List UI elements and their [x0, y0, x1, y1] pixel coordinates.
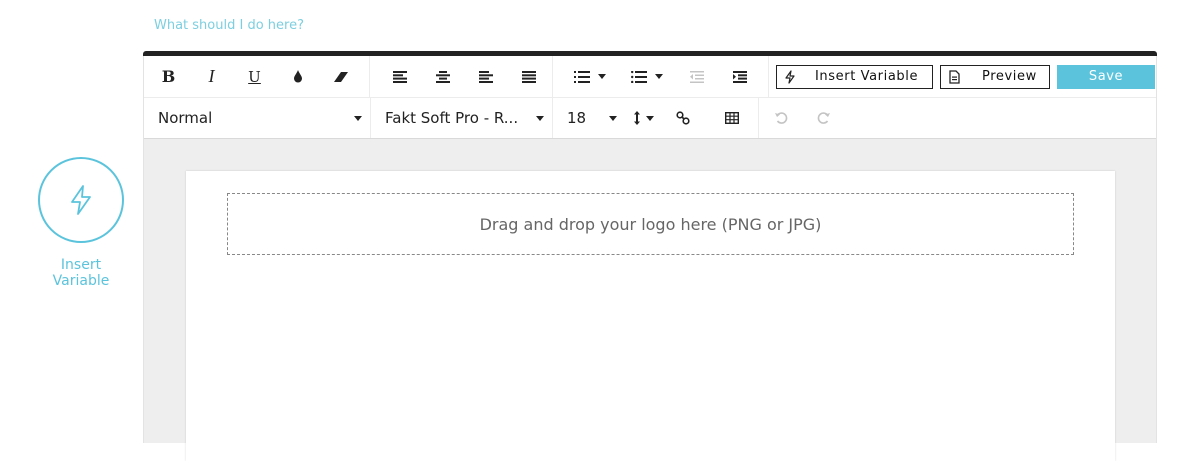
- bullet-list-button[interactable]: [618, 56, 675, 97]
- help-link[interactable]: What should I do here?: [154, 18, 304, 33]
- insert-variable-label-line2: Variable: [52, 273, 110, 289]
- align-right-icon: [478, 70, 493, 83]
- indent-icon: [732, 70, 747, 83]
- ordered-list-caret: [597, 74, 606, 79]
- alignment-group: [370, 56, 553, 97]
- font-family-value: Fakt Soft Pro - R...: [385, 109, 519, 127]
- outdent-button[interactable]: [675, 56, 718, 97]
- line-height-icon: [633, 111, 640, 125]
- lightning-icon: [71, 185, 91, 215]
- undo-icon: [774, 112, 787, 124]
- logo-dropzone[interactable]: Drag and drop your logo here (PNG or JPG…: [227, 193, 1074, 255]
- text-color-button[interactable]: [276, 56, 319, 97]
- table-button[interactable]: [710, 98, 754, 138]
- table-group: [705, 98, 759, 138]
- sidebar-insert-variable[interactable]: Insert Variable: [38, 157, 124, 289]
- bullet-list-caret: [654, 74, 663, 79]
- editor-canvas: Drag and drop your logo here (PNG or JPG…: [143, 139, 1157, 461]
- table-icon: [724, 112, 739, 124]
- align-left-button[interactable]: [378, 56, 421, 97]
- bold-button[interactable]: B: [147, 56, 190, 97]
- outdent-icon: [689, 70, 704, 83]
- insert-variable-circle[interactable]: [38, 157, 124, 243]
- document-icon: [949, 69, 960, 84]
- eraser-icon: [333, 71, 348, 82]
- ordered-list-button[interactable]: [561, 56, 618, 97]
- underline-button[interactable]: U: [233, 56, 276, 97]
- paragraph-style-select[interactable]: Normal: [144, 98, 371, 138]
- redo-icon: [817, 112, 830, 124]
- clear-format-button[interactable]: [319, 56, 362, 97]
- align-left-icon: [392, 70, 407, 83]
- preview-button-label: Preview: [982, 69, 1037, 84]
- paragraph-style-value: Normal: [158, 109, 213, 127]
- insert-variable-button[interactable]: Insert Variable: [776, 64, 933, 89]
- font-family-select[interactable]: Fakt Soft Pro - R...: [371, 98, 553, 138]
- document-page[interactable]: Drag and drop your logo here (PNG or JPG…: [186, 171, 1115, 461]
- line-height-button[interactable]: [625, 98, 661, 138]
- bullet-list-icon: [630, 70, 647, 83]
- insert-variable-label-line1: Insert: [60, 257, 102, 273]
- justify-button[interactable]: [507, 56, 550, 97]
- lightning-icon: [785, 69, 795, 84]
- insert-variable-label: Insert Variable: [38, 257, 124, 289]
- chevron-down-icon: [536, 115, 544, 121]
- toolbar-row-1: B I U Insert Variable Preview Save: [144, 56, 1156, 98]
- text-format-group: B I U: [144, 56, 370, 97]
- preview-button[interactable]: Preview: [940, 64, 1050, 89]
- link-button[interactable]: [661, 98, 705, 138]
- font-size-select[interactable]: 18: [553, 98, 625, 138]
- chevron-down-icon: [609, 115, 617, 121]
- droplet-icon: [293, 70, 302, 83]
- insert-variable-button-label: Insert Variable: [815, 69, 919, 84]
- redo-button[interactable]: [802, 98, 845, 138]
- align-center-icon: [435, 70, 450, 83]
- ordered-list-icon: [573, 70, 590, 83]
- link-icon: [676, 111, 690, 125]
- indent-button[interactable]: [718, 56, 761, 97]
- undo-button[interactable]: [759, 98, 802, 138]
- font-size-value: 18: [567, 109, 587, 127]
- list-group: [553, 56, 769, 97]
- align-center-button[interactable]: [421, 56, 464, 97]
- toolbar-row-2: Normal Fakt Soft Pro - R... 18: [144, 98, 1156, 139]
- chevron-down-icon: [645, 115, 654, 121]
- italic-button[interactable]: I: [190, 56, 233, 97]
- save-button[interactable]: Save: [1057, 64, 1155, 89]
- align-right-button[interactable]: [464, 56, 507, 97]
- editor: B I U Insert Variable Preview Save Norma…: [143, 51, 1157, 461]
- justify-icon: [521, 70, 536, 83]
- toolbar: B I U Insert Variable Preview Save Norma…: [143, 56, 1157, 139]
- dropzone-text: Drag and drop your logo here (PNG or JPG…: [479, 214, 822, 234]
- chevron-down-icon: [354, 115, 362, 121]
